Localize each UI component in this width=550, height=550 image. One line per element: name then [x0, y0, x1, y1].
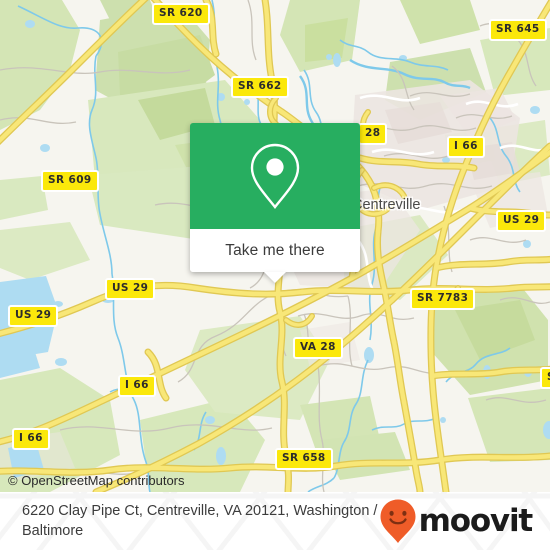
- road-shield-i-66-left[interactable]: I 66: [12, 428, 50, 450]
- road-shield-us-29-right[interactable]: US 29: [496, 210, 547, 232]
- footer-bar: 6220 Clay Pipe Ct, Centreville, VA 20121…: [0, 492, 550, 550]
- road-shield-sr-645[interactable]: SR 645: [489, 19, 547, 41]
- card-marker-panel: [190, 123, 360, 229]
- road-shield-sr-658[interactable]: SR 658: [275, 448, 333, 470]
- card-pointer-tail: [264, 272, 286, 283]
- take-me-there-card[interactable]: Take me there: [190, 123, 360, 283]
- take-me-there-label: Take me there: [225, 241, 325, 259]
- moovit-wordmark: moovit: [418, 503, 534, 539]
- road-shield-partial-right[interactable]: S: [540, 367, 550, 389]
- moovit-brand-logo[interactable]: moovit: [378, 498, 534, 544]
- location-address: 6220 Clay Pipe Ct, Centreville, VA 20121…: [22, 503, 378, 539]
- map-pin-icon: [250, 143, 300, 209]
- road-shield-sr-662[interactable]: SR 662: [231, 76, 289, 98]
- road-shield-sr-620[interactable]: SR 620: [152, 3, 210, 25]
- moovit-map-screenshot: SR 620 SR 645 SR 662 28 I 66 SR 609 US 2…: [0, 0, 550, 550]
- moovit-pin-smiley-icon: [380, 499, 416, 543]
- road-shield-us-29-mid[interactable]: US 29: [105, 278, 156, 300]
- road-shield-us-29-left[interactable]: US 29: [8, 305, 59, 327]
- card-action-bar[interactable]: Take me there: [190, 229, 360, 283]
- place-label-centreville: Centreville: [352, 197, 421, 213]
- road-shield-sr-7783[interactable]: SR 7783: [410, 288, 476, 310]
- road-shield-28[interactable]: 28: [358, 123, 388, 145]
- road-shield-i-66-top[interactable]: I 66: [447, 136, 485, 158]
- road-shield-i-66-mid[interactable]: I 66: [118, 375, 156, 397]
- road-shield-sr-609[interactable]: SR 609: [41, 170, 99, 192]
- openstreetmap-attribution[interactable]: © OpenStreetMap contributors: [8, 473, 185, 488]
- map-canvas[interactable]: SR 620 SR 645 SR 662 28 I 66 SR 609 US 2…: [0, 0, 550, 492]
- road-shield-va-28[interactable]: VA 28: [293, 337, 343, 359]
